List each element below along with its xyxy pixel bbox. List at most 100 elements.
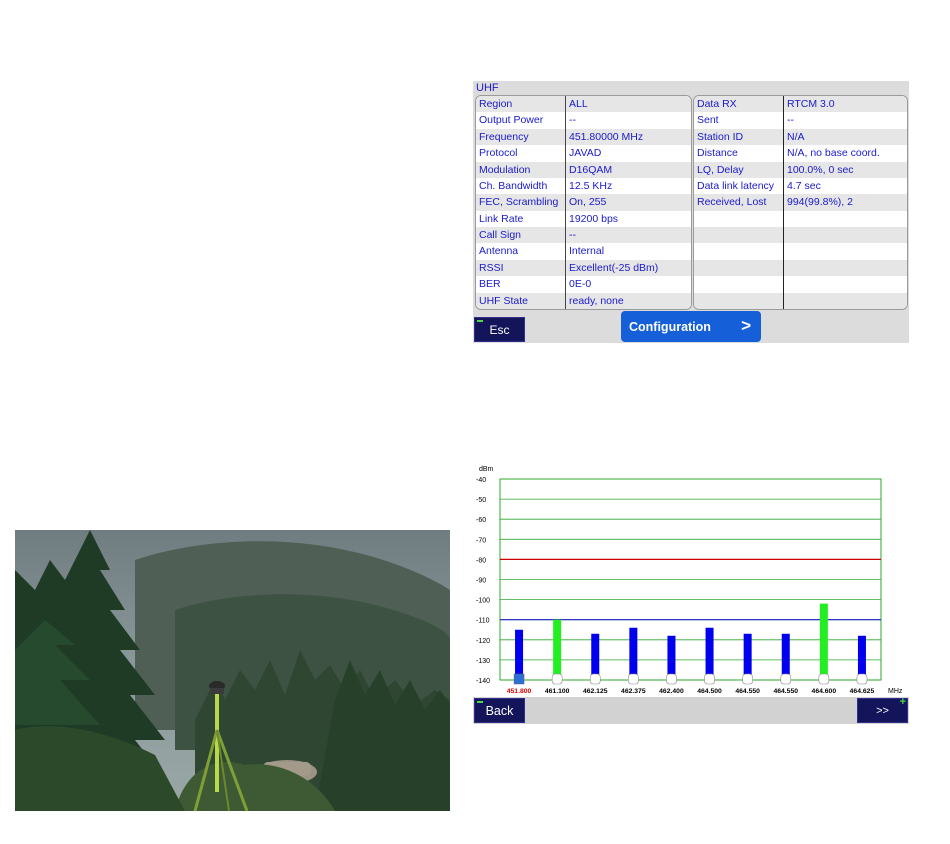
row-label: Data link latency xyxy=(694,177,784,195)
row-value xyxy=(784,227,907,243)
spectrum-bar xyxy=(781,633,790,680)
x-tick-label: 461.100 xyxy=(545,688,570,695)
row-value: N/A, no base coord. xyxy=(787,147,880,160)
spectrum-chart: -40 -50 -60 -70 -80 -90 -100 -110 -120 -130 -140 dB… xyxy=(476,466,903,695)
y-tick-label: -130 xyxy=(476,658,490,665)
row-label: UHF State xyxy=(476,292,566,309)
configuration-button[interactable]: Configuration > xyxy=(621,311,761,342)
y-tick-label: -80 xyxy=(476,557,486,564)
y-tick-label: -70 xyxy=(476,537,486,544)
row-value xyxy=(784,293,907,309)
row-label xyxy=(694,276,784,293)
uhf-status-panel: UHF Region ALL Output Power -- Frequency 451.… xyxy=(473,81,909,343)
esc-button[interactable]: Esc xyxy=(474,317,525,342)
row-label: Station ID xyxy=(694,128,784,146)
x-tick-label: 464.600 xyxy=(812,688,837,695)
table-row xyxy=(694,259,907,277)
row-value: -- xyxy=(569,114,576,127)
row-value: 19200 bps xyxy=(569,212,619,225)
uhf-spectrum-panel: -40 -50 -60 -70 -80 -90 -100 -110 -120 -130 -140 dB… xyxy=(473,460,909,726)
table-row: Link Rate 19200 bps xyxy=(476,210,691,227)
row-label: Antenna xyxy=(476,243,566,260)
row-value: RTCM 3.0 xyxy=(787,98,835,110)
row-value xyxy=(784,260,907,276)
row-label: Frequency xyxy=(476,128,566,146)
row-label xyxy=(694,227,784,244)
row-value: N/A xyxy=(787,130,805,143)
table-row: Distance N/A, no base coord. xyxy=(694,145,907,162)
spectrum-bar xyxy=(667,635,676,680)
row-label: Protocol xyxy=(476,145,566,162)
spectrum-bar xyxy=(743,633,752,680)
row-label: FEC, Scrambling xyxy=(476,194,566,211)
next-button[interactable]: >> + xyxy=(857,696,908,723)
row-label: Region xyxy=(476,96,566,113)
table-row: RSSI Excellent(-25 dBm) xyxy=(476,259,691,277)
field-photo xyxy=(15,530,450,811)
channel-marker xyxy=(628,673,639,685)
row-value: ready, none xyxy=(569,294,624,307)
spectrum-bar xyxy=(819,603,828,680)
table-row: Received, Lost 994(99.8%), 2 xyxy=(694,194,907,211)
table-row: Output Power -- xyxy=(476,112,691,129)
table-row: Ch. Bandwidth 12.5 KHz xyxy=(476,177,691,195)
channel-marker xyxy=(742,673,753,685)
x-tick-label: 462.125 xyxy=(583,688,608,695)
channel-marker xyxy=(780,673,792,685)
spectrum-bar xyxy=(591,633,600,680)
channel-marker xyxy=(551,673,563,685)
table-row: Station ID N/A xyxy=(694,128,907,146)
table-row: Antenna Internal xyxy=(476,243,691,260)
row-label: LQ, Delay xyxy=(694,161,784,178)
y-tick-label: -40 xyxy=(476,477,486,484)
row-label: Sent xyxy=(694,112,784,129)
esc-button-label: Esc xyxy=(489,322,510,337)
table-row: Call Sign -- xyxy=(476,227,691,244)
table-row: BER 0E-0 xyxy=(476,276,691,293)
channel-marker xyxy=(856,673,868,685)
x-tick-label: 464.550 xyxy=(773,688,798,695)
row-value xyxy=(784,243,907,259)
x-tick-label: 451.800 xyxy=(507,688,532,695)
table-row xyxy=(694,292,907,309)
spectrum-bar xyxy=(629,627,638,680)
x-tick-label: 462.400 xyxy=(659,688,684,695)
channel-marker xyxy=(666,673,677,685)
table-row: Region ALL xyxy=(476,96,691,113)
row-label: RSSI xyxy=(476,259,566,277)
row-value: 4.7 sec xyxy=(787,179,821,192)
link-info-table: Data RX RTCM 3.0 Sent -- Station ID N/A Distan… xyxy=(693,95,908,310)
spectrum-bar xyxy=(857,635,866,680)
channel-marker xyxy=(704,673,715,685)
y-tick-label: -120 xyxy=(476,638,490,645)
y-tick-label: -140 xyxy=(476,678,490,685)
row-value xyxy=(784,276,907,292)
minus-indicator-icon xyxy=(477,701,483,703)
back-button[interactable]: Back xyxy=(474,698,525,723)
row-label: Received, Lost xyxy=(694,194,784,211)
channel-marker xyxy=(589,673,601,685)
row-value: 100.0%, 0 sec xyxy=(787,163,854,176)
row-value: 12.5 KHz xyxy=(569,179,613,192)
receiver-info-table: Region ALL Output Power -- Frequency 451.8000… xyxy=(475,95,692,310)
table-row: UHF State ready, none xyxy=(476,292,691,309)
x-tick-label: 464.625 xyxy=(850,688,875,695)
spectrum-bar xyxy=(515,629,524,680)
row-value: Excellent(-25 dBm) xyxy=(569,261,659,274)
y-tick-label: -90 xyxy=(476,578,486,585)
row-value: 994(99.8%), 2 xyxy=(787,196,853,209)
spectrum-bar xyxy=(705,627,714,680)
x-tick-label: 464.550 xyxy=(735,688,760,695)
back-button-label: Back xyxy=(485,703,514,718)
row-value: JAVAD xyxy=(569,147,602,160)
table-row: Modulation D16QAM xyxy=(476,161,691,178)
table-row: Data link latency 4.7 sec xyxy=(694,177,907,195)
y-tick-label: -60 xyxy=(476,517,486,524)
table-row: LQ, Delay 100.0%, 0 sec xyxy=(694,161,907,178)
table-row xyxy=(694,210,907,227)
row-value: -- xyxy=(569,229,576,241)
row-label xyxy=(694,243,784,260)
spectrum-toolbar: Back >> + xyxy=(473,696,909,724)
table-row xyxy=(694,276,907,293)
table-row xyxy=(694,243,907,260)
